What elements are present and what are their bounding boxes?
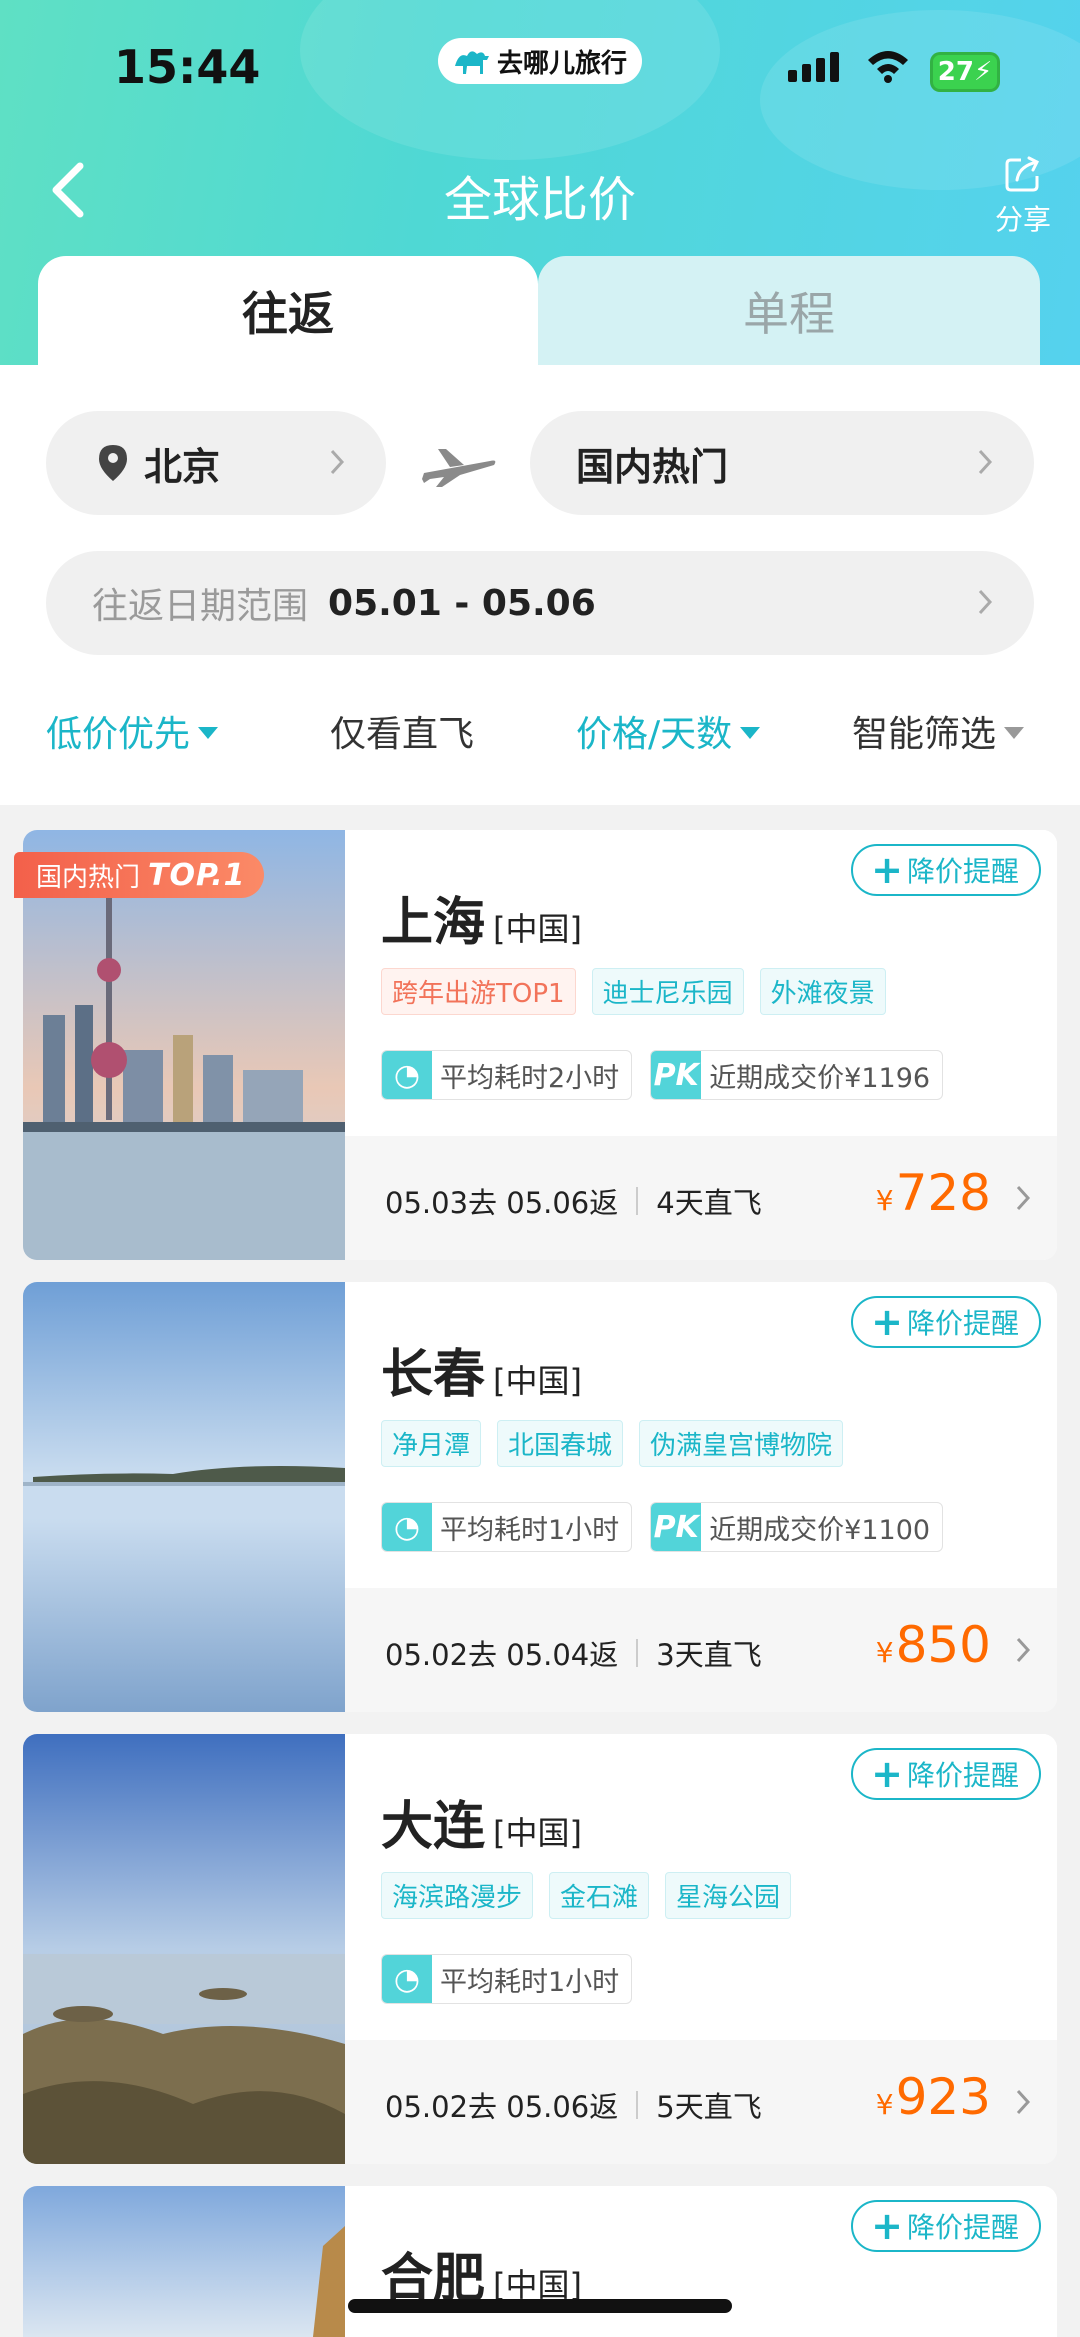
avg-time-chip: ◔ 平均耗时1小时 — [381, 1954, 633, 2004]
to-city-label: 国内热门 — [576, 444, 729, 489]
chevron-right-icon — [978, 589, 993, 615]
tag-list: 净月潭 北国春城 伪满皇宫博物院 — [381, 1420, 844, 1467]
dropdown-triangle-icon — [198, 727, 219, 739]
price: ¥923 — [875, 2068, 991, 2126]
battery-icon: 27 ⚡ — [930, 52, 1000, 92]
tag: 迪士尼乐园 — [591, 968, 744, 1015]
destination-card[interactable]: + 降价提醒 长春 [中国] 净月潭 北国春城 伪满皇宫博物院 ◔ 平均耗时1小时 P… — [23, 1282, 1057, 1712]
price-alert-button[interactable]: + 降价提醒 — [851, 844, 1041, 896]
trip-days: 5天直飞 — [656, 2090, 762, 2124]
city-name: 长春 [中国] — [381, 1345, 582, 1405]
recent-price-chip: PK 近期成交价¥1196 — [650, 1050, 944, 1100]
chevron-right-icon — [1016, 1185, 1031, 1211]
tag: 跨年出游TOP1 — [381, 968, 576, 1015]
destination-photo — [23, 1282, 345, 1712]
chevron-right-icon — [978, 449, 993, 475]
price-alert-button[interactable]: + 降价提醒 — [851, 1748, 1041, 1800]
location-pin-icon — [99, 445, 127, 481]
info-chips: ◔ 平均耗时2小时 PK 近期成交价¥1196 — [381, 1050, 944, 1100]
app-badge-label: 去哪儿旅行 — [496, 48, 627, 79]
tab-one-way[interactable]: 单程 — [538, 256, 1040, 366]
to-city-selector[interactable]: 国内热门 — [530, 411, 1034, 515]
tag: 外滩夜景 — [759, 968, 886, 1015]
trip-days: 4天直飞 — [656, 1186, 762, 1220]
card-footer[interactable]: 05.02去 05.04返 3天直飞 ¥850 — [345, 1588, 1057, 1712]
trip-dates: 05.03去 05.06返 — [385, 1186, 619, 1220]
filter-bar: 低价优先 仅看直飞 价格/天数 智能筛选 — [0, 705, 1080, 765]
card-body: + 降价提醒 合肥 [中国] — [345, 2186, 1057, 2337]
destination-photo — [23, 1734, 345, 2164]
price-alert-button[interactable]: + 降价提醒 — [851, 1296, 1041, 1348]
signal-icon — [788, 52, 839, 82]
trip-dates: 05.02去 05.06返 — [385, 2090, 619, 2124]
tag: 伪满皇宫博物院 — [639, 1420, 844, 1467]
dropdown-triangle-icon — [740, 727, 761, 739]
price: ¥728 — [875, 1164, 991, 1222]
stopwatch-icon: ◔ — [382, 1503, 432, 1551]
avg-time-chip: ◔ 平均耗时2小时 — [381, 1050, 633, 1100]
from-city-selector[interactable]: 北京 — [46, 411, 386, 515]
tag: 金石滩 — [549, 1872, 650, 1919]
top-rank-badge: 国内热门 TOP.1 — [14, 852, 264, 898]
info-chips: ◔ 平均耗时1小时 — [381, 1954, 633, 2004]
chevron-right-icon — [1016, 1637, 1031, 1663]
wifi-icon — [868, 51, 908, 83]
share-button[interactable]: 分享 — [990, 154, 1056, 238]
recent-price-chip: PK 近期成交价¥1100 — [650, 1502, 944, 1552]
page-title: 全球比价 — [443, 172, 636, 228]
camel-logo-icon — [454, 51, 489, 74]
destination-card[interactable]: + 降价提醒 大连 [中国] 海滨路漫步 金石滩 星海公园 ◔ 平均耗时1小时 05.… — [23, 1734, 1057, 2164]
tab-round-trip[interactable]: 往返 — [38, 256, 538, 366]
share-label: 分享 — [994, 203, 1051, 236]
trip-dates: 05.02去 05.04返 — [385, 1638, 619, 1672]
city-name: 上海 [中国] — [381, 893, 582, 953]
filter-low-price[interactable]: 低价优先 — [46, 705, 219, 757]
price: ¥850 — [875, 1616, 991, 1674]
trip-days: 3天直飞 — [656, 1638, 762, 1672]
card-footer[interactable]: 05.03去 05.06返 4天直飞 ¥728 — [345, 1136, 1057, 1260]
pk-icon: PK — [651, 1503, 702, 1551]
tag: 北国春城 — [497, 1420, 624, 1467]
search-panel: 北京 国内热门 往返日期范围 05.01 - 05.06 低价优先 仅看直飞 价… — [0, 365, 1080, 805]
filter-smart[interactable]: 智能筛选 — [852, 705, 1025, 757]
date-range-label: 往返日期范围 — [92, 586, 309, 627]
date-range-selector[interactable]: 往返日期范围 05.01 - 05.06 — [46, 551, 1034, 655]
filter-price-days[interactable]: 价格/天数 — [576, 705, 761, 757]
destination-card[interactable]: + 降价提醒 合肥 [中国] — [23, 2186, 1057, 2337]
status-time: 15:44 — [114, 40, 261, 94]
stopwatch-icon: ◔ — [382, 1955, 432, 2003]
app-badge[interactable]: 去哪儿旅行 — [438, 38, 642, 84]
card-footer[interactable]: 05.02去 05.06返 5天直飞 ¥923 — [345, 2040, 1057, 2164]
chevron-right-icon — [1016, 2089, 1031, 2115]
stopwatch-icon: ◔ — [382, 1051, 432, 1099]
city-name: 大连 [中国] — [381, 1797, 582, 1857]
chevron-right-icon — [330, 449, 345, 475]
share-icon — [1005, 156, 1040, 192]
card-body: + 降价提醒 长春 [中国] 净月潭 北国春城 伪满皇宫博物院 ◔ 平均耗时1小时 P… — [345, 1282, 1057, 1588]
card-body: + 降价提醒 上海 [中国] 跨年出游TOP1 迪士尼乐园 外滩夜景 ◔ 平均耗时2小… — [345, 830, 1057, 1136]
pk-icon: PK — [651, 1051, 702, 1099]
tag-list: 海滨路漫步 金石滩 星海公园 — [381, 1872, 792, 1919]
plane-icon — [422, 449, 496, 487]
dropdown-triangle-icon — [1004, 727, 1025, 739]
info-chips: ◔ 平均耗时1小时 PK 近期成交价¥1100 — [381, 1502, 944, 1552]
filter-direct-only[interactable]: 仅看直飞 — [330, 705, 474, 757]
from-city-label: 北京 — [144, 444, 221, 489]
date-range-value: 05.01 - 05.06 — [328, 582, 596, 624]
tag-list: 跨年出游TOP1 迪士尼乐园 外滩夜景 — [381, 968, 886, 1015]
tag: 净月潭 — [381, 1420, 482, 1467]
tag: 海滨路漫步 — [381, 1872, 534, 1919]
home-indicator — [348, 2299, 732, 2313]
destination-photo — [23, 2186, 345, 2337]
avg-time-chip: ◔ 平均耗时1小时 — [381, 1502, 633, 1552]
tag: 星海公园 — [665, 1872, 792, 1919]
card-body: + 降价提醒 大连 [中国] 海滨路漫步 金石滩 星海公园 ◔ 平均耗时1小时 — [345, 1734, 1057, 2040]
price-alert-button[interactable]: + 降价提醒 — [851, 2200, 1041, 2252]
